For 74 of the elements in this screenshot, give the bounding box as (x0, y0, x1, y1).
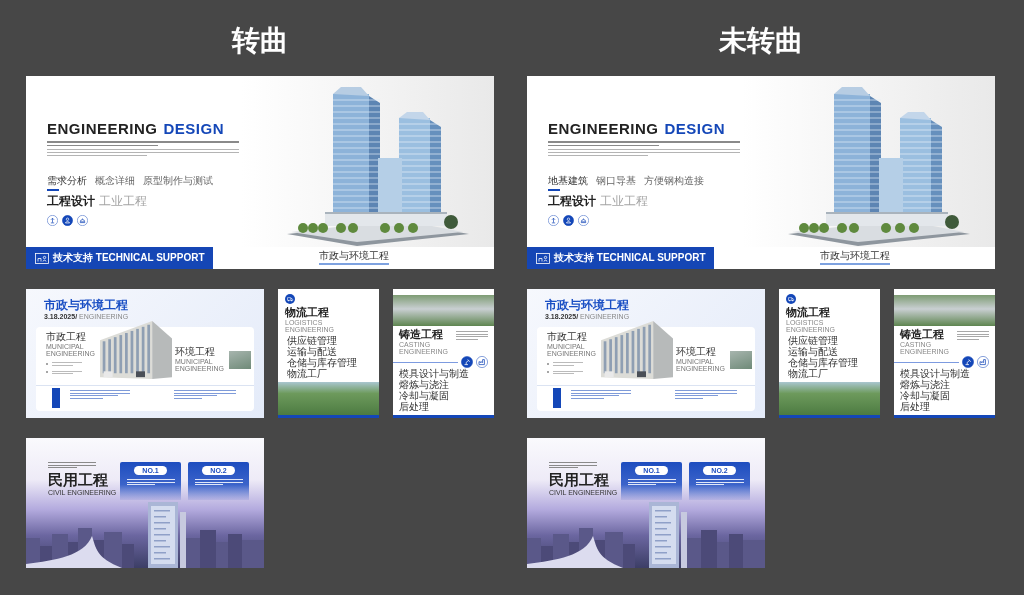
list-item: 模具设计与制造 (900, 369, 971, 379)
version-heading: 未转曲 (719, 27, 803, 55)
monitor-icon (536, 252, 550, 264)
list-item: 仓储与库存管理 (788, 358, 858, 368)
list-item: 后处理 (399, 402, 429, 412)
slide-title: 铸造工程 (399, 329, 443, 340)
list-item: 熔炼与浇注 (399, 380, 449, 390)
section-heading: 工程设计 (47, 195, 95, 207)
accent-bar (52, 388, 60, 408)
paragraph-lines-drawing (52, 362, 82, 366)
list-item: 运输与配送 (788, 347, 839, 357)
version-heading: 转曲 (232, 27, 288, 55)
paragraph-lines-drawing (957, 331, 989, 340)
list-item: 运输与配送 (287, 347, 338, 357)
truck-icon (786, 294, 796, 304)
footer-label: 市政与环境工程 (318, 251, 389, 265)
slide-title: 铸造工程 (900, 329, 944, 340)
section-title: 市政工程 (46, 332, 86, 342)
support-label: 技术支持 TECHNICAL SUPPORT (554, 253, 706, 263)
paragraph-lines-drawing (571, 390, 631, 399)
list-item: 供应链管理 (287, 336, 338, 346)
list-item: 冷却与凝固 (900, 391, 951, 401)
section-title: 市政工程 (547, 332, 587, 342)
paragraph-lines-drawing (48, 462, 96, 468)
building-drawing (100, 321, 172, 381)
list-item: 物流工厂 (287, 369, 328, 379)
title-text: ENGINEERING (548, 121, 659, 136)
paragraph-lines-drawing (194, 479, 243, 485)
section-title: 环境工程 (676, 347, 716, 357)
title-accent-text: DESIGN (163, 121, 225, 136)
paragraph-lines-drawing (126, 479, 175, 485)
list-item: 模具设计与制造 (399, 369, 470, 379)
list-item: 供应链管理 (788, 336, 839, 346)
step-label: 钢口导基 (596, 176, 636, 188)
step-label: 概念详细 (95, 176, 135, 188)
list-item: 物流工厂 (788, 369, 829, 379)
list-item: 仓储与库存管理 (287, 358, 357, 368)
paragraph-lines-drawing (553, 362, 583, 366)
photo-placeholder (730, 350, 752, 369)
list-item: 熔炼与浇注 (900, 380, 950, 390)
slide-title: 物流工程 (786, 307, 830, 318)
title-accent-text: DESIGN (664, 121, 726, 136)
slide-title: 民用工程 (549, 472, 609, 487)
slide-title: 物流工程 (285, 307, 329, 318)
paragraph-lines-drawing (675, 390, 737, 399)
photo-placeholder (229, 350, 251, 369)
step-label: 原型制作与测试 (143, 176, 213, 188)
section-heading: 工业工程 (99, 195, 147, 207)
list-item: 冷却与凝固 (399, 391, 450, 401)
paragraph-lines-drawing (70, 390, 130, 399)
paragraph-lines-drawing (456, 331, 488, 340)
slide-title: 市政与环境工程 (44, 299, 128, 311)
paragraph-lines-drawing (627, 479, 676, 485)
support-label: 技术支持 TECHNICAL SUPPORT (53, 253, 205, 263)
title-text: ENGINEERING (47, 121, 158, 136)
step-label: 方便钢构造接 (644, 176, 704, 188)
building-drawing (601, 321, 673, 381)
paragraph-lines-drawing (553, 370, 583, 374)
truck-icon (285, 294, 295, 304)
section-title: 环境工程 (175, 347, 215, 357)
paragraph-lines-drawing (52, 370, 82, 374)
paragraph-lines-drawing (174, 390, 236, 399)
slide-title: 市政与环境工程 (545, 299, 629, 311)
slide-title: 民用工程 (48, 472, 108, 487)
section-heading: 工业工程 (600, 195, 648, 207)
section-heading: 工程设计 (548, 195, 596, 207)
step-label: 需求分析 (47, 176, 87, 191)
paragraph-lines-drawing (695, 479, 744, 485)
paragraph-lines-drawing (549, 462, 597, 468)
monitor-icon (35, 252, 49, 264)
accent-bar (553, 388, 561, 408)
step-label: 地基建筑 (548, 176, 588, 191)
list-item: 后处理 (900, 402, 930, 412)
footer-label: 市政与环境工程 (819, 251, 890, 265)
